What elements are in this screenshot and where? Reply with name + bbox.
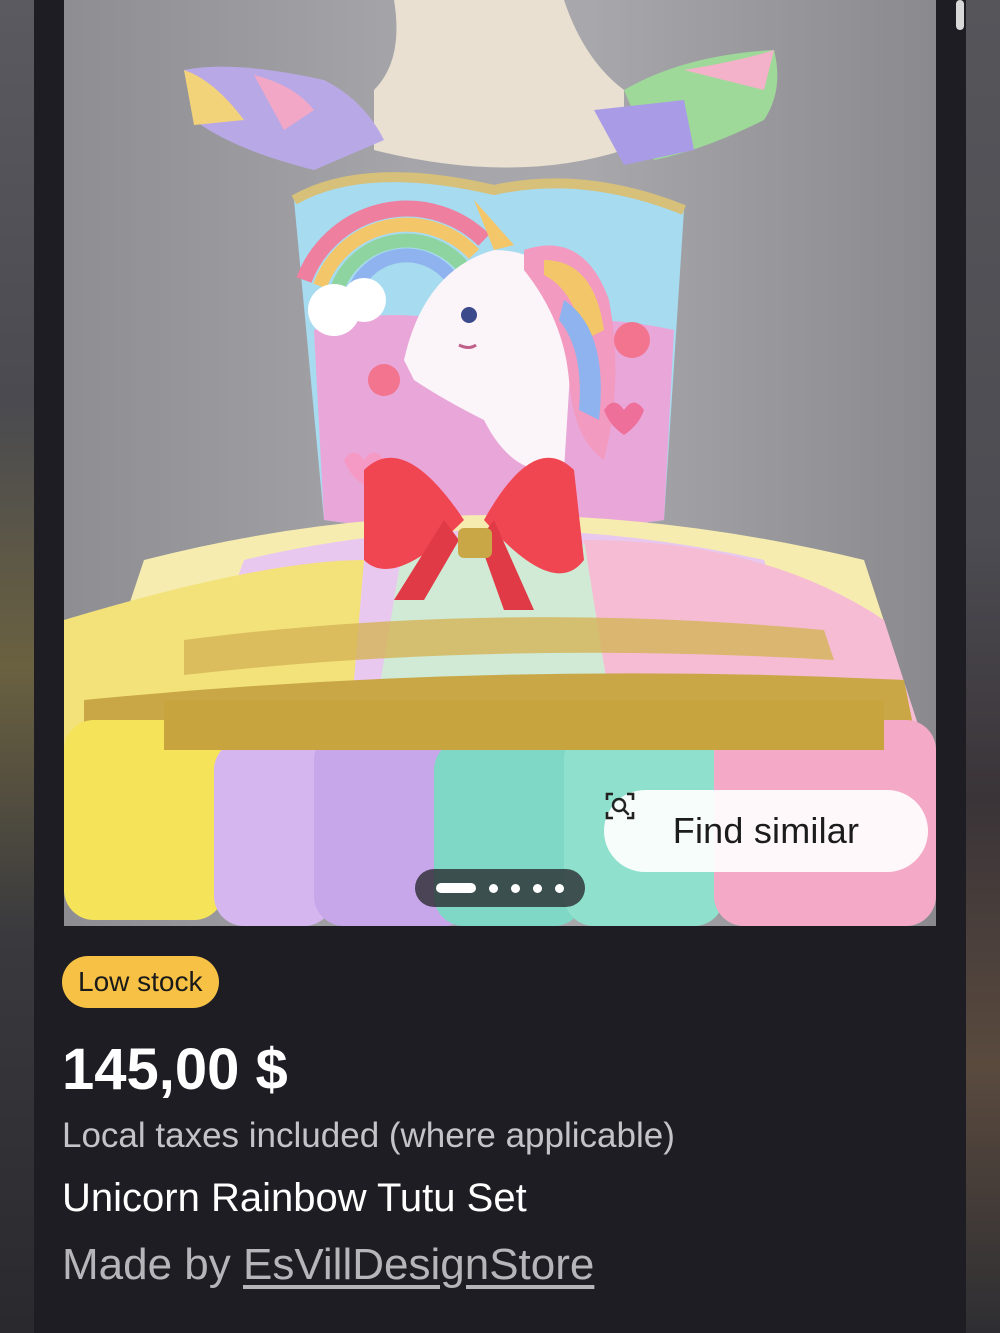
- product-price: 145,00 $: [62, 1037, 288, 1102]
- find-similar-label: Find similar: [672, 810, 860, 851]
- maker-prefix: Made by: [62, 1240, 231, 1289]
- background-blur-left: [0, 0, 36, 1333]
- carousel-dot[interactable]: [511, 883, 520, 893]
- carousel-dot-active[interactable]: [436, 883, 476, 893]
- carousel-dot[interactable]: [533, 883, 542, 893]
- find-similar-button[interactable]: Find similar: [604, 790, 928, 872]
- tax-note: Local taxes included (where applicable): [62, 1116, 675, 1155]
- image-carousel-indicator[interactable]: [415, 869, 585, 907]
- product-image[interactable]: Find similar: [64, 0, 936, 926]
- low-stock-badge: Low stock: [62, 956, 219, 1008]
- shop-name-link[interactable]: EsVillDesignStore: [243, 1240, 594, 1289]
- visual-search-icon: [605, 792, 635, 820]
- maker-line: Made by EsVillDesignStore: [62, 1240, 594, 1290]
- carousel-dot[interactable]: [489, 883, 498, 893]
- product-title: Unicorn Rainbow Tutu Set: [62, 1176, 527, 1220]
- background-blur-right: [966, 0, 1000, 1333]
- dress-illustration: [64, 0, 936, 926]
- scroll-indicator[interactable]: [956, 0, 964, 30]
- carousel-dot[interactable]: [555, 883, 564, 893]
